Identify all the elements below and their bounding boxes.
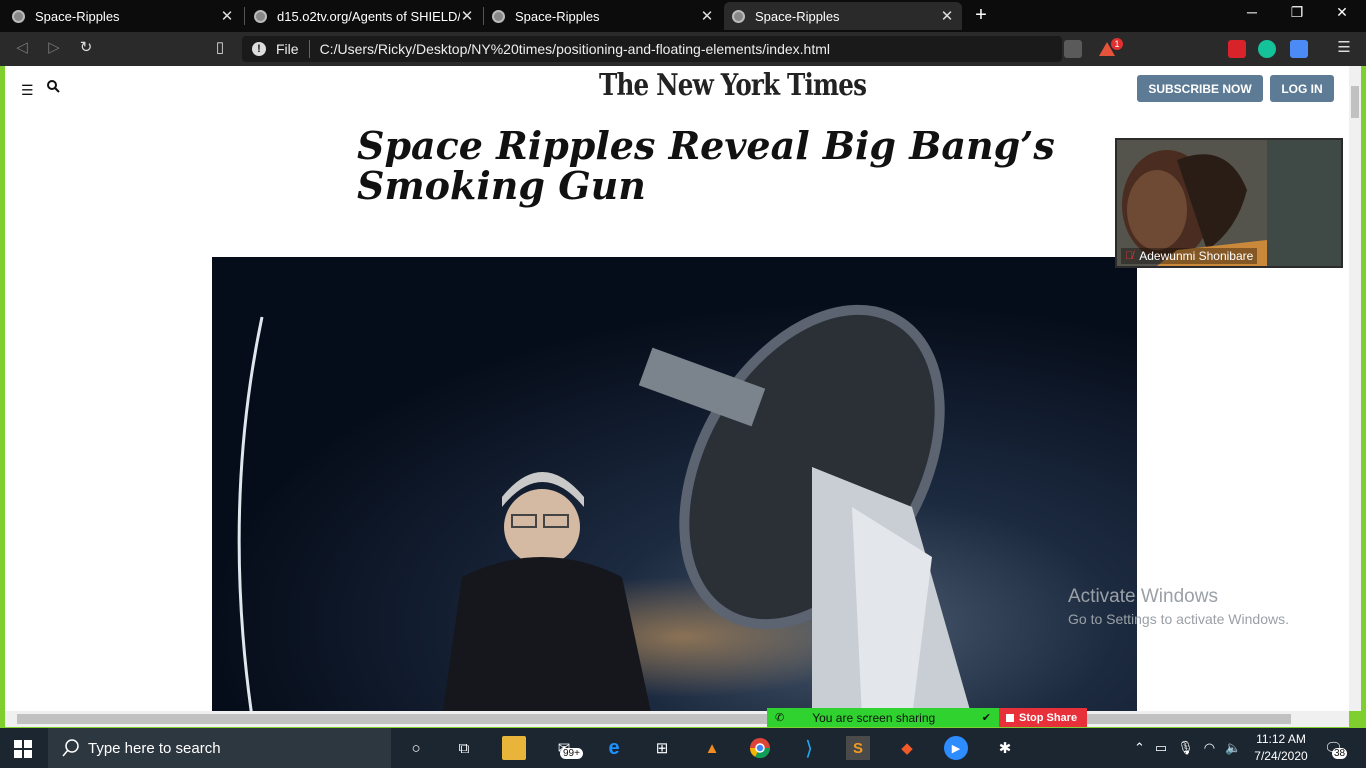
tab-strip: Space-Ripples ✕ d15.o2tv.org/Agents of S…	[0, 0, 1366, 32]
stop-share-label: Stop Share	[1019, 711, 1078, 724]
notifications-button[interactable]: 🗨 38	[1324, 728, 1348, 768]
phone-icon: ✆	[775, 712, 785, 724]
hamburger-icon[interactable]: ☰	[21, 82, 34, 99]
zoom-icon[interactable]: ▶	[944, 736, 968, 760]
login-button[interactable]: LOG IN	[1270, 75, 1334, 102]
minimize-icon[interactable]: ─	[1238, 4, 1266, 20]
grammarly-icon[interactable]	[1258, 40, 1276, 58]
participant-label: 🎙̸ Adewunmi Shonibare	[1121, 248, 1258, 264]
mic-muted-icon: 🎙̸	[1125, 250, 1134, 262]
search-icon[interactable]	[47, 80, 60, 98]
microphone-icon[interactable]: 🎙	[1177, 740, 1194, 756]
close-window-icon[interactable]: ✕	[1328, 4, 1356, 21]
edge-icon[interactable]: e	[602, 736, 626, 760]
rewards-badge: 1	[1111, 38, 1123, 50]
vertical-scrollbar[interactable]	[1349, 66, 1361, 711]
stop-icon	[1006, 713, 1014, 722]
vlc-icon[interactable]: ▲	[700, 736, 724, 760]
forward-icon[interactable]: ▷	[44, 38, 64, 56]
watermark-subtitle: Go to Settings to activate Windows.	[1068, 611, 1289, 627]
desktop: Space-Ripples ✕ d15.o2tv.org/Agents of S…	[0, 0, 1366, 768]
volume-icon[interactable]: 🔈	[1225, 740, 1241, 756]
screen-share-bar: ✆ You are screen sharing ✔ Stop Share	[767, 708, 1087, 727]
divider	[308, 40, 310, 58]
reload-icon[interactable]: ↻	[76, 38, 96, 56]
windows-start-icon[interactable]	[14, 740, 32, 763]
activate-windows-watermark: Activate Windows Go to Settings to activ…	[1068, 586, 1289, 627]
brave-shield-icon[interactable]	[1064, 40, 1082, 58]
system-tray: ⌃ ▭ 🎙 ◠ 🔈	[1134, 728, 1241, 768]
browser-toolbar: ◁ ▷ ↻ ▯ ! File C:/Users/Ricky/Desktop/NY…	[0, 32, 1366, 66]
close-icon[interactable]: ✕	[940, 7, 954, 25]
clock[interactable]: 11:12 AM 7/24/2020	[1248, 731, 1314, 765]
translate-icon[interactable]	[1290, 40, 1308, 58]
cortana-icon[interactable]: ○	[404, 736, 428, 760]
battery-icon[interactable]: ▭	[1155, 740, 1167, 756]
new-tab-button[interactable]: +	[970, 4, 992, 27]
windows-taskbar: Type here to search ○ ⧉ ✉ 99+ e ⊞ ▲ ⟩ S …	[0, 728, 1366, 768]
hero-image	[212, 257, 1137, 711]
url-text[interactable]: C:/Users/Ricky/Desktop/NY%20times/positi…	[320, 41, 830, 57]
sublime-icon[interactable]: S	[846, 736, 870, 760]
vscode-icon[interactable]: ⟩	[797, 736, 821, 760]
article-headline: Space Ripples Reveal Big Bang’s Smoking …	[357, 123, 1055, 208]
bookmark-icon[interactable]: ▯	[210, 38, 230, 56]
horizontal-scrollbar[interactable]	[5, 711, 1349, 727]
store-icon[interactable]: ⊞	[650, 736, 674, 760]
tab-title: Space-Ripples	[515, 8, 600, 24]
info-icon[interactable]: !	[252, 42, 266, 56]
globe-icon	[732, 9, 745, 23]
task-view-icon[interactable]: ⧉	[452, 736, 476, 760]
restore-icon[interactable]: ❐	[1283, 4, 1311, 21]
search-placeholder: Type here to search	[88, 739, 221, 757]
address-bar[interactable]: ! File C:/Users/Ricky/Desktop/NY%20times…	[242, 36, 1062, 62]
stop-share-button[interactable]: Stop Share	[999, 708, 1087, 727]
date-text: 7/24/2020	[1254, 749, 1308, 763]
slack-icon[interactable]: ✱	[993, 736, 1017, 760]
watermark-title: Activate Windows	[1068, 586, 1218, 607]
sharing-status-text: You are screen sharing	[812, 710, 936, 725]
close-icon[interactable]: ✕	[460, 7, 474, 25]
tab-title: Space-Ripples	[755, 8, 840, 24]
tab-4-active[interactable]: Space-Ripples ✕	[724, 2, 962, 30]
tab-1[interactable]: Space-Ripples ✕	[4, 2, 242, 30]
close-icon[interactable]: ✕	[220, 7, 234, 25]
file-explorer-icon[interactable]	[502, 736, 526, 760]
subscribe-button[interactable]: SUBSCRIBE NOW	[1137, 75, 1263, 102]
wifi-icon[interactable]: ◠	[1204, 740, 1215, 756]
notification-count: 38	[1332, 748, 1348, 759]
search-icon	[62, 739, 79, 757]
file-label: File	[276, 41, 299, 57]
participant-name: Adewunmi Shonibare	[1139, 249, 1254, 263]
video-tile[interactable]: 🎙̸ Adewunmi Shonibare	[1115, 138, 1343, 268]
sharing-status[interactable]: ✆ You are screen sharing ✔	[767, 708, 999, 727]
taskbar-search-box[interactable]: Type here to search	[48, 728, 391, 768]
chevron-up-icon[interactable]: ⌃	[1134, 740, 1145, 756]
scroll-thumb[interactable]	[17, 714, 1291, 724]
menu-icon[interactable]: ☰	[1334, 38, 1354, 56]
globe-icon	[12, 9, 25, 23]
pdf-extension-icon[interactable]	[1228, 40, 1246, 58]
tab-title: d15.o2tv.org/Agents of SHIELD/Se	[277, 8, 460, 24]
shield-check-icon: ✔	[981, 712, 991, 724]
globe-icon	[254, 9, 267, 23]
back-icon[interactable]: ◁	[12, 38, 32, 56]
tab-2[interactable]: d15.o2tv.org/Agents of SHIELD/Se ✕	[246, 2, 482, 30]
nyt-logo[interactable]: The New York Times	[599, 66, 867, 106]
close-icon[interactable]: ✕	[700, 7, 714, 25]
globe-icon	[492, 9, 505, 23]
chrome-icon[interactable]	[748, 736, 772, 760]
scroll-thumb[interactable]	[1351, 86, 1359, 118]
telescope-photo-icon	[212, 257, 1137, 711]
tab-title: Space-Ripples	[35, 8, 120, 24]
time-text: 11:12 AM	[1256, 732, 1306, 746]
mail-badge: 99+	[560, 748, 583, 759]
brave-icon[interactable]: ◆	[895, 736, 919, 760]
tab-divider	[244, 7, 245, 25]
tab-3[interactable]: Space-Ripples ✕	[484, 2, 722, 30]
